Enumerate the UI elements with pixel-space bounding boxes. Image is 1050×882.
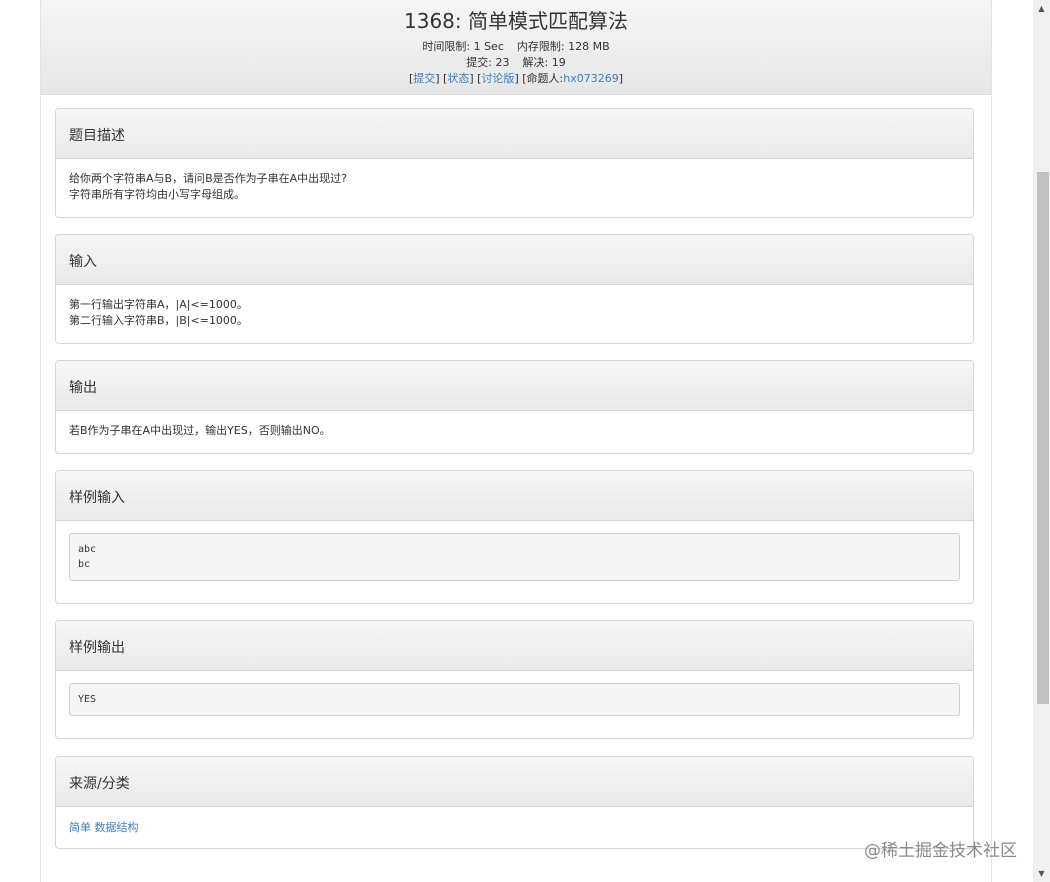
problem-page: 1368: 简单模式匹配算法 时间限制: 1 Sec 内存限制: 128 MB … [40,0,992,882]
input-heading: 输入 [56,235,973,285]
submit-count-label: 提交: [466,56,492,69]
sample-output-code: YES [69,683,960,716]
description-line: 给你两个字符串A与B，请问B是否作为子串在A中出现过? [69,172,347,185]
description-body: 给你两个字符串A与B，请问B是否作为子串在A中出现过? 字符串所有字符均由小写字… [56,159,973,215]
submit-count: 23 [495,56,510,69]
description-panel: 题目描述 给你两个字符串A与B，请问B是否作为子串在A中出现过? 字符串所有字符… [55,108,974,218]
memory-limit-value: 128 MB [568,40,610,53]
solved-count: 19 [551,56,566,69]
source-body: 简单 数据结构 [56,807,973,848]
description-heading: 题目描述 [56,109,973,159]
tag-link[interactable]: 简单 [69,821,91,834]
watermark: @稀土掘金技术社区 [864,841,1017,861]
sample-input-code: abc bc [69,533,960,581]
sample-input-line: abc [78,544,97,555]
output-heading: 输出 [56,361,973,411]
scrollbar-thumb[interactable] [1037,172,1049,704]
vertical-scrollbar[interactable]: ▲ ▼ [1033,0,1050,882]
time-limit-label: 时间限制: [422,40,471,53]
sample-output-line: YES [78,694,97,705]
input-line: 第一行输出字符串A，|A|<=1000。 [69,298,248,311]
tag-link[interactable]: 数据结构 [95,821,139,834]
submit-link[interactable]: 提交 [413,72,435,85]
sample-output-body: YES [56,671,973,728]
output-line: 若B作为子串在A中出现过，输出YES，否则输出NO。 [69,424,331,437]
sample-input-line: bc [78,559,91,570]
description-line: 字符串所有字符均由小写字母组成。 [69,188,245,201]
sample-input-panel: 样例输入 abc bc [55,470,974,604]
problem-header: 1368: 简单模式匹配算法 时间限制: 1 Sec 内存限制: 128 MB … [41,0,991,95]
scroll-down-arrow-icon[interactable]: ▼ [1033,865,1050,882]
author-label: 命题人: [526,72,564,85]
author-link[interactable]: hx073269 [563,72,618,85]
input-body: 第一行输出字符串A，|A|<=1000。 第二行输入字符串B，|B|<=1000… [56,285,973,341]
sample-output-heading: 样例输出 [56,621,973,671]
status-link[interactable]: 状态 [447,72,469,85]
problem-links: [提交] [状态] [讨论版] [命题人:hx073269] [408,72,624,85]
scroll-up-arrow-icon[interactable]: ▲ [1033,0,1050,17]
output-panel: 输出 若B作为子串在A中出现过，输出YES，否则输出NO。 [55,360,974,454]
sample-input-heading: 样例输入 [56,471,973,521]
memory-limit-label: 内存限制: [516,40,565,53]
input-line: 第二行输入字符串B，|B|<=1000。 [69,314,248,327]
sample-input-body: abc bc [56,521,973,593]
solved-count-label: 解决: [522,56,549,69]
source-heading: 来源/分类 [56,757,973,807]
source-panel: 来源/分类 简单 数据结构 [55,756,974,849]
problem-title: 1368: 简单模式匹配算法 [404,9,628,33]
time-limit-value: 1 Sec [473,40,504,53]
stats-line: 提交: 23 解决: 19 [41,54,991,70]
sample-output-panel: 样例输出 YES [55,620,974,739]
limits-line: 时间限制: 1 Sec 内存限制: 128 MB [41,38,991,54]
discuss-link[interactable]: 讨论版 [481,72,514,85]
input-panel: 输入 第一行输出字符串A，|A|<=1000。 第二行输入字符串B，|B|<=1… [55,234,974,344]
output-body: 若B作为子串在A中出现过，输出YES，否则输出NO。 [56,411,973,451]
